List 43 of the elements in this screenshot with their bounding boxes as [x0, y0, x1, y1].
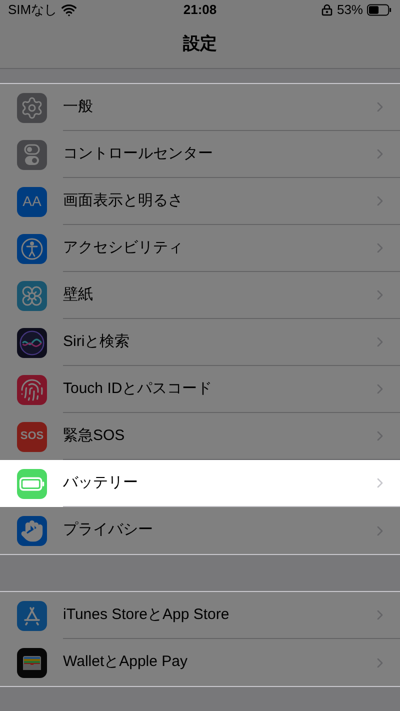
gear-icon [17, 92, 47, 122]
row-label: 壁紙 [63, 284, 94, 305]
settings-row[interactable]: Siriと検索 [0, 319, 400, 366]
settings-row[interactable]: WalletとApple Pay [0, 639, 400, 686]
row-label: Siriと検索 [63, 332, 131, 352]
row-label: WalletとApple Pay [63, 652, 188, 672]
battery-status-icon [367, 4, 392, 16]
settings-row[interactable]: 壁紙 [0, 272, 400, 319]
sos-icon: SOS [17, 422, 47, 452]
row-label: アクセシビリティ [63, 238, 184, 258]
accessibility-icon [17, 234, 47, 264]
row-label: iTunes StoreとApp Store [63, 604, 230, 625]
row-label: 一般 [63, 96, 94, 117]
settings-row[interactable]: バッテリー [0, 460, 400, 507]
battery-icon [17, 468, 47, 498]
hand-icon [17, 516, 47, 546]
settings-row[interactable]: アクセシビリティ [0, 225, 400, 272]
app-store-icon [17, 600, 47, 630]
settings-row[interactable]: AA 画面表示と明るさ [0, 178, 400, 225]
page-title: 設定 [183, 33, 217, 56]
text-size-icon: AA [17, 186, 47, 216]
orb-icon [17, 328, 47, 358]
clock: 21:08 [183, 1, 217, 20]
row-label: 緊急SOS [63, 426, 126, 446]
flower-icon [17, 280, 47, 310]
settings-row[interactable]: プライバシー [0, 507, 400, 554]
carrier-label: SIMなし [8, 1, 58, 20]
row-label: バッテリー [63, 472, 139, 493]
row-label: 画面表示と明るさ [63, 190, 184, 211]
fingerprint-icon [17, 374, 47, 404]
wallet-icon [17, 648, 47, 678]
toggles-icon [17, 140, 47, 170]
settings-row[interactable]: コントロールセンター [0, 131, 400, 178]
settings-row[interactable]: 一般 [0, 84, 400, 131]
row-label: プライバシー [63, 520, 154, 540]
wifi-icon [61, 2, 78, 18]
row-label: コントロールセンター [63, 144, 214, 164]
row-label: Touch IDとパスコード [63, 378, 214, 399]
settings-row[interactable]: SOS 緊急SOS [0, 413, 400, 460]
rotation-lock-icon [320, 4, 333, 16]
battery-percent: 53% [336, 1, 363, 20]
settings-row[interactable]: iTunes StoreとApp Store [0, 592, 400, 639]
settings-row[interactable]: Touch IDとパスコード [0, 366, 400, 413]
